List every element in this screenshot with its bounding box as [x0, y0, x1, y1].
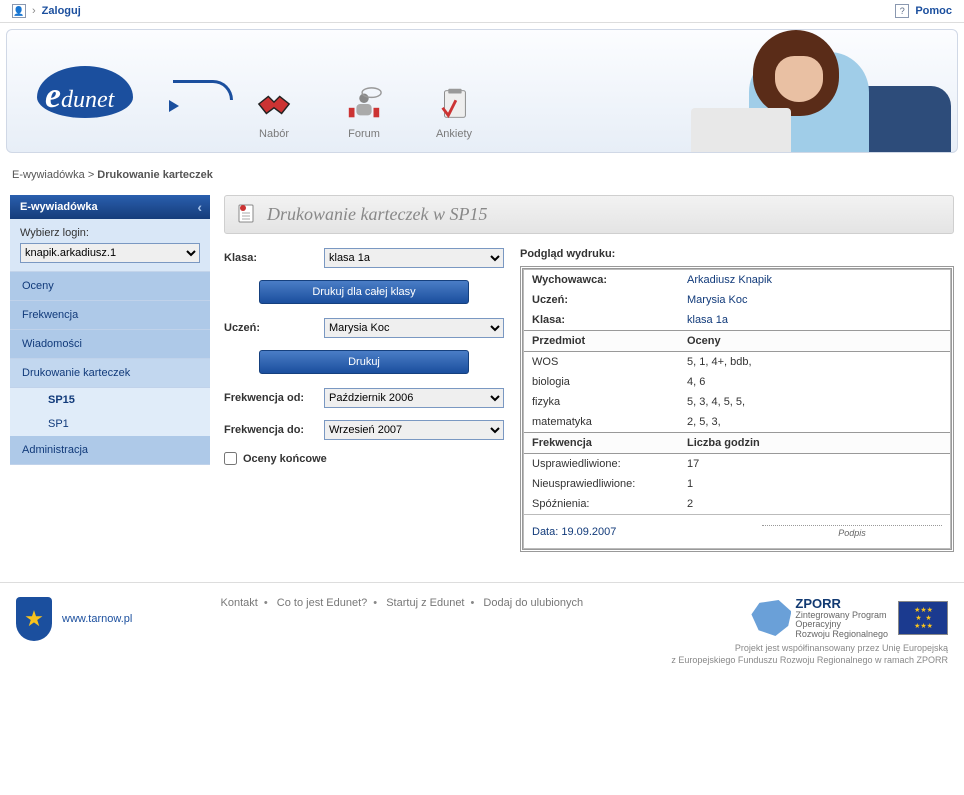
- nav-label: Nabór: [259, 128, 289, 140]
- footer-link-about[interactable]: Co to jest Edunet?: [277, 597, 368, 609]
- topbar: 👤 › Zaloguj ? Pomoc: [0, 0, 964, 23]
- final-grades-label: Oceny końcowe: [243, 453, 327, 465]
- sidebar-header[interactable]: E-wywiadówka: [10, 195, 210, 219]
- user-icon: 👤: [12, 4, 26, 18]
- preview-date: Data: 19.09.2007: [532, 526, 616, 538]
- tarnow-link[interactable]: www.tarnow.pl: [62, 613, 132, 625]
- sidebar-sub-sp15[interactable]: SP15: [10, 388, 210, 412]
- help-icon: ?: [895, 4, 909, 18]
- sidebar-item-drukowanie[interactable]: Drukowanie karteczek: [10, 359, 210, 388]
- uczen-label: Uczeń:: [224, 322, 324, 334]
- print-class-button[interactable]: Drukuj dla całej klasy: [259, 280, 469, 304]
- nav-ankiety[interactable]: Ankiety: [435, 86, 473, 140]
- handshake-icon: [255, 86, 293, 122]
- sidebar-sub-sp1[interactable]: SP1: [10, 412, 210, 436]
- sidebar-item-wiadomosci[interactable]: Wiadomości: [10, 330, 210, 359]
- freq-to-label: Frekwencja do:: [224, 424, 324, 436]
- nav-label: Ankiety: [436, 128, 472, 140]
- sidebar-item-administracja[interactable]: Administracja: [10, 436, 210, 465]
- sidebar-item-frekwencja[interactable]: Frekwencja: [10, 301, 210, 330]
- footer: ★ www.tarnow.pl Kontakt• Co to jest Edun…: [0, 582, 964, 686]
- banner-illustration: [671, 30, 951, 153]
- footer-link-kontakt[interactable]: Kontakt: [221, 597, 258, 609]
- panel-title-bar: Drukowanie karteczek w SP15: [224, 195, 954, 234]
- print-button[interactable]: Drukuj: [259, 350, 469, 374]
- freq-to-select[interactable]: Wrzesień 2007: [324, 420, 504, 440]
- login-select-label: Wybierz login:: [20, 227, 200, 239]
- nav-nabor[interactable]: Nabór: [255, 86, 293, 140]
- footer-link-start[interactable]: Startuj z Edunet: [386, 597, 464, 609]
- signature-line: Podpis: [762, 525, 942, 538]
- panel-title: Drukowanie karteczek w SP15: [267, 204, 487, 225]
- footer-link-fav[interactable]: Dodaj do ulubionych: [483, 597, 583, 609]
- form-column: Klasa: klasa 1a Drukuj dla całej klasy U…: [224, 248, 504, 552]
- nav-label: Forum: [348, 128, 380, 140]
- nav-forum[interactable]: Forum: [345, 86, 383, 140]
- login-select[interactable]: knapik.arkadiusz.1: [20, 243, 200, 263]
- sidebar: E-wywiadówka Wybierz login: knapik.arkad…: [10, 195, 210, 552]
- login-link[interactable]: Zaloguj: [42, 5, 81, 17]
- preview-column: Podgląd wydruku: Wychowawca:Arkadiusz Kn…: [520, 248, 954, 552]
- banner: edunet Nabór Forum Ankiety: [6, 29, 958, 153]
- final-grades-checkbox[interactable]: [224, 452, 237, 465]
- forum-icon: [345, 86, 383, 122]
- zporr-logo: ZPORRZintegrowany Program Operacyjny Roz…: [751, 597, 888, 639]
- breadcrumb: E-wywiadówka > Drukowanie karteczek: [0, 159, 964, 195]
- freq-from-select[interactable]: Październik 2006: [324, 388, 504, 408]
- preview-title: Podgląd wydruku:: [520, 248, 954, 260]
- footer-links: Kontakt• Co to jest Edunet?• Startuj z E…: [215, 597, 590, 609]
- tarnow-shield-icon: ★: [16, 597, 52, 641]
- document-icon: [235, 202, 257, 227]
- freq-from-label: Frekwencja od:: [224, 392, 324, 404]
- edunet-logo[interactable]: edunet: [37, 66, 187, 126]
- uczen-select[interactable]: Marysia Koc: [324, 318, 504, 338]
- survey-icon: [435, 86, 473, 122]
- help-link[interactable]: Pomoc: [915, 5, 952, 17]
- eu-flag-icon: ★ ★ ★★ ★★ ★ ★: [898, 601, 948, 635]
- klasa-label: Klasa:: [224, 252, 324, 264]
- sidebar-item-oceny[interactable]: Oceny: [10, 272, 210, 301]
- klasa-select[interactable]: klasa 1a: [324, 248, 504, 268]
